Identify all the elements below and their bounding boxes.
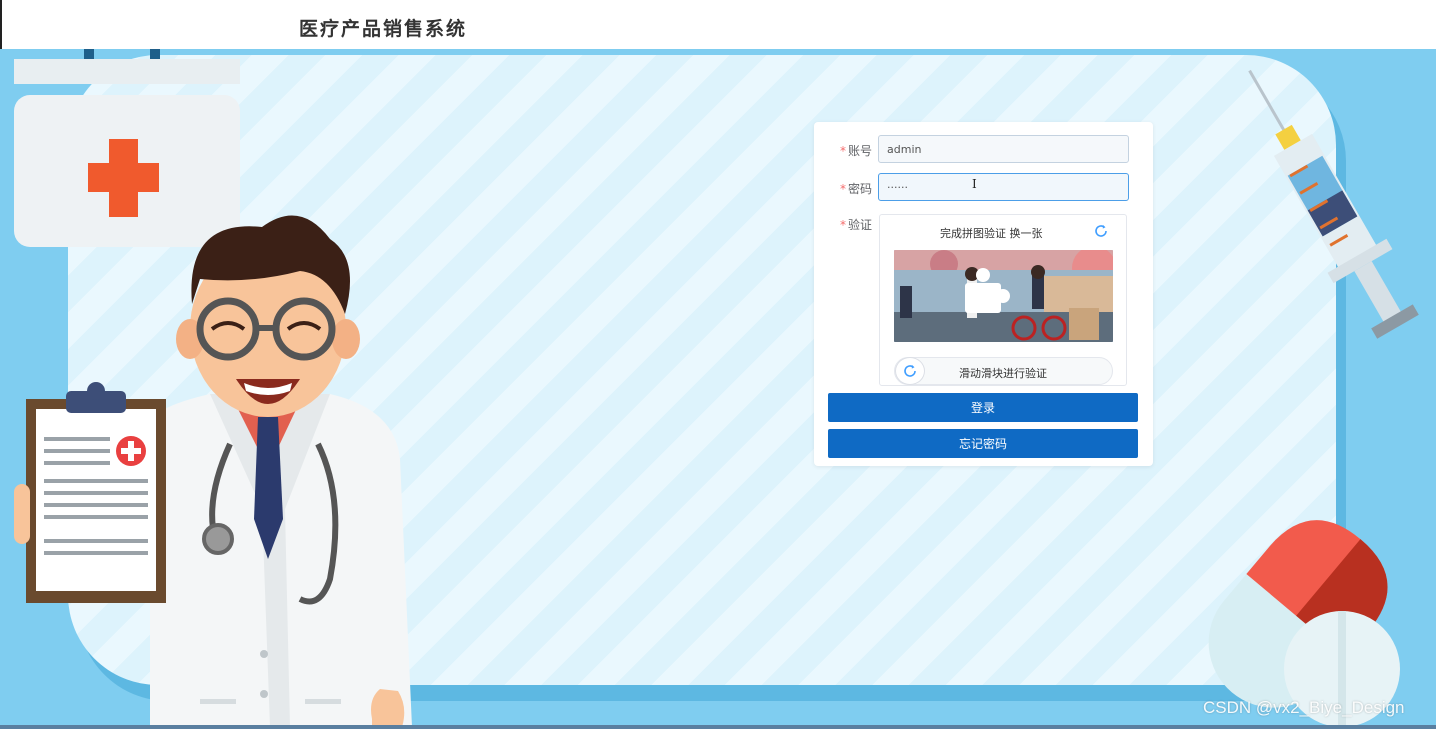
account-row: * 账号: [814, 135, 1153, 165]
refresh-icon[interactable]: [1093, 223, 1109, 239]
captcha-puzzle-image: [894, 250, 1113, 342]
clipboard-illustration: [14, 382, 166, 603]
login-background: *账号 *密码 I *验证 完成拼图验证 换一张: [0, 49, 1436, 725]
verify-label: * 验证: [840, 218, 873, 232]
refresh-icon: [904, 365, 916, 377]
ibeam-cursor-icon: I: [972, 177, 977, 191]
captcha-slider-handle[interactable]: [895, 357, 925, 385]
login-card: *账号 *密码 I *验证 完成拼图验证 换一张: [814, 122, 1153, 466]
syringe-illustration: [1248, 69, 1419, 339]
app-header: 医疗产品销售系统: [0, 0, 1436, 49]
account-label: * 账号: [840, 144, 873, 158]
pill-illustration: [1208, 520, 1400, 725]
captcha-slider-text: 滑动滑块进行验证: [959, 367, 1047, 380]
account-input[interactable]: [878, 135, 1129, 163]
password-row: *密码 I: [814, 173, 1153, 203]
captcha-slider-track[interactable]: 滑动滑块进行验证: [894, 357, 1113, 385]
bottom-bar: [0, 725, 1436, 729]
password-input[interactable]: [878, 173, 1129, 201]
captcha-puzzle-gap-knob: [976, 268, 990, 282]
forgot-password-button[interactable]: 忘记密码: [828, 429, 1138, 458]
captcha-panel: 完成拼图验证 换一张 滑动滑块进行验证: [879, 214, 1127, 386]
password-label: * 密码: [840, 182, 873, 196]
captcha-tip[interactable]: 完成拼图验证 换一张: [940, 225, 1043, 241]
watermark: CSDN @vx2_Biye_Design: [1203, 698, 1405, 717]
captcha-puzzle-gap-knob: [996, 289, 1010, 303]
login-button[interactable]: 登录: [828, 393, 1138, 422]
page-title: 医疗产品销售系统: [299, 18, 468, 40]
